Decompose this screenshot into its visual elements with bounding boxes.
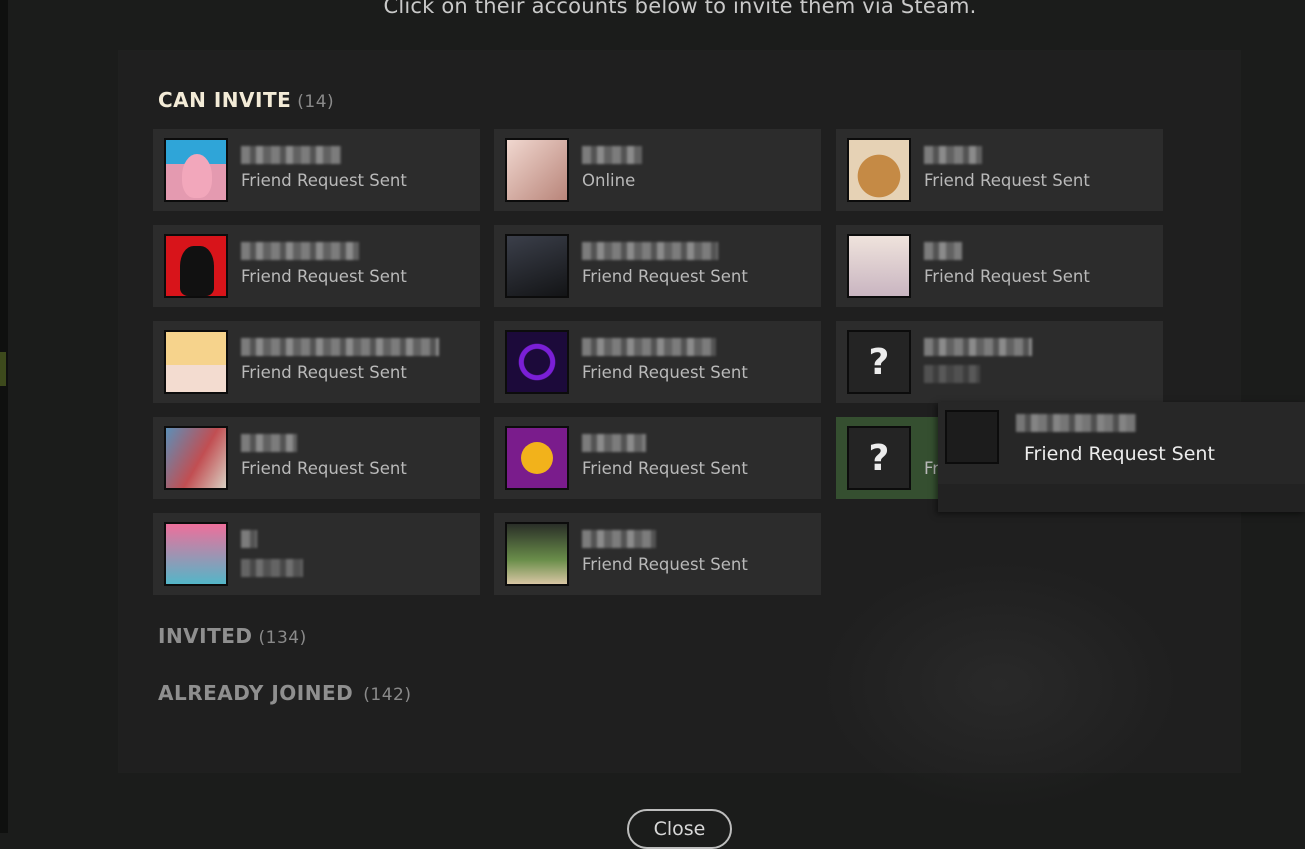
- section-count: (14): [297, 92, 335, 112]
- friend-name-redacted: [241, 242, 359, 260]
- friend-name-redacted: [924, 242, 962, 260]
- tooltip-status: Friend Request Sent: [1024, 443, 1215, 465]
- anime-girl-avatar: [505, 138, 569, 202]
- friend-name-redacted: [241, 434, 297, 452]
- friend-status: Friend Request Sent: [924, 171, 1090, 190]
- friend-card[interactable]: ?: [836, 321, 1163, 403]
- tooltip-avatar: [945, 410, 999, 464]
- dog-avatar: [847, 138, 911, 202]
- photo-avatar: [164, 426, 228, 490]
- friend-card[interactable]: Online: [494, 129, 821, 211]
- friend-status-redacted: [241, 559, 303, 577]
- section-count: (134): [258, 628, 307, 648]
- tooltip-card: Friend Request Sent: [938, 402, 1305, 484]
- tooltip-name-redacted: [1016, 414, 1136, 432]
- section-count: (142): [363, 685, 412, 705]
- background-glow: [820, 560, 1180, 810]
- emoji-avatar: [505, 426, 569, 490]
- friend-status: Online: [582, 171, 636, 190]
- friend-card[interactable]: Friend Request Sent: [153, 321, 480, 403]
- anime-pink-avatar: [164, 522, 228, 586]
- friend-name-redacted: [924, 146, 982, 164]
- friend-status: Friend Request Sent: [582, 267, 748, 286]
- friend-name-redacted: [582, 242, 718, 260]
- friend-card[interactable]: Friend Request Sent: [494, 321, 821, 403]
- friend-status: Friend Request Sent: [924, 267, 1090, 286]
- friend-name-redacted: [582, 338, 716, 356]
- instruction-text: Click on their accounts below to invite …: [383, 0, 977, 18]
- friend-name-redacted: [582, 146, 642, 164]
- friend-name-redacted: [582, 530, 656, 548]
- friend-card[interactable]: Friend Request Sent: [836, 129, 1163, 211]
- friend-status: Friend Request Sent: [582, 459, 748, 478]
- background-edge: [0, 0, 8, 833]
- friend-card[interactable]: [153, 513, 480, 595]
- section-invited[interactable]: INVITED (134): [158, 624, 307, 648]
- anime-blonde-avatar: [164, 330, 228, 394]
- friend-status: Friend Request Sent: [241, 267, 407, 286]
- question-mark-icon: ?: [847, 330, 911, 394]
- friend-name-redacted: [924, 338, 1032, 356]
- friend-card[interactable]: Friend Request Sent: [494, 513, 821, 595]
- section-title: ALREADY JOINED: [158, 681, 354, 705]
- friend-name-redacted: [582, 434, 646, 452]
- friend-card[interactable]: Friend Request Sent: [494, 417, 821, 499]
- friend-card[interactable]: Friend Request Sent: [494, 225, 821, 307]
- boy-photo-avatar: [505, 522, 569, 586]
- neon-smiley-avatar: [505, 330, 569, 394]
- section-can-invite: CAN INVITE (14): [158, 88, 334, 112]
- friend-card[interactable]: Friend Request Sent: [153, 225, 480, 307]
- friend-status: Friend Request Sent: [241, 171, 407, 190]
- friend-status: Friend Request Sent: [582, 363, 748, 382]
- friend-card[interactable]: Friend Request Sent: [836, 225, 1163, 307]
- cartoon-starfish-avatar: [164, 138, 228, 202]
- question-mark-icon: ?: [847, 426, 911, 490]
- friend-name-redacted: [241, 530, 257, 548]
- counter-strike-avatar: [164, 234, 228, 298]
- friend-status: Friend Request Sent: [241, 459, 407, 478]
- friend-status-redacted: [924, 365, 980, 383]
- section-title: CAN INVITE: [158, 88, 292, 112]
- friend-name-redacted: [241, 146, 341, 164]
- section-already-joined[interactable]: ALREADY JOINED (142): [158, 681, 411, 705]
- friend-status: Fr: [924, 459, 940, 478]
- section-title: INVITED: [158, 624, 253, 648]
- close-button[interactable]: Close: [627, 809, 732, 849]
- friend-status: Friend Request Sent: [582, 555, 748, 574]
- friend-name-redacted: [241, 338, 439, 356]
- background-accent: [0, 352, 6, 386]
- friend-card[interactable]: Friend Request Sent: [153, 417, 480, 499]
- friend-status: Friend Request Sent: [241, 363, 407, 382]
- anime-girl-avatar: [847, 234, 911, 298]
- dark-portrait-avatar: [505, 234, 569, 298]
- friend-card[interactable]: Friend Request Sent: [153, 129, 480, 211]
- friend-hover-tooltip: Friend Request Sent: [938, 402, 1305, 512]
